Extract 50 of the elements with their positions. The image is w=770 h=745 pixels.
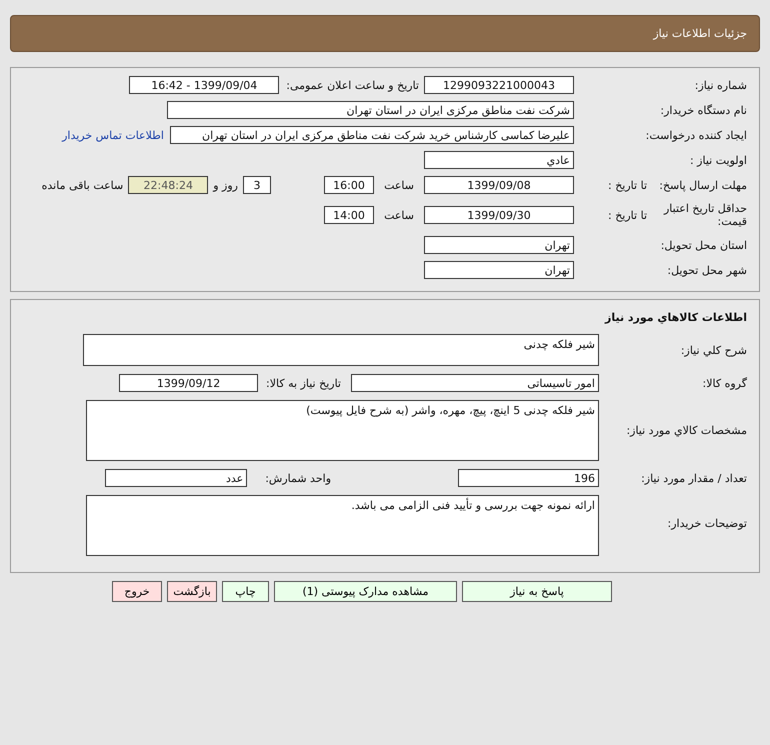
field-label: ساعت	[384, 178, 414, 192]
field-label: نام دستگاه خریدار:	[659, 104, 748, 116]
field-label: روز و	[213, 178, 238, 192]
priority-field: عادي	[424, 151, 574, 169]
field-label: اولویت نیاز :	[688, 154, 748, 166]
goods-group-field: امور تاسیساتی	[351, 374, 599, 392]
unit-field: عدد	[105, 469, 248, 487]
field-label: ایجاد کننده درخواست:	[644, 128, 748, 142]
action-button[interactable]: چاپ	[222, 581, 269, 602]
field-label: ساعت	[384, 208, 414, 222]
buyer-field: شرکت نفت مناطق مرکزی ایران در استان تهران	[167, 101, 574, 119]
field-label: تعداد / مقدار مورد نیاز:	[640, 472, 748, 484]
summary-field: شیر فلکه چدنی	[83, 334, 599, 366]
action-button[interactable]: مشاهده مدارک پیوستی (1)	[274, 581, 457, 602]
city-field: تهران	[424, 261, 574, 279]
action-button[interactable]: بازگشت	[167, 581, 217, 602]
field-label: حداقل تاریخ اعتبار قیمت:	[662, 202, 748, 228]
deadline-time-field: 16:00	[324, 176, 374, 194]
remaining-time-field: 22:48:24	[128, 176, 208, 194]
field-label: تاریخ و ساعت اعلان عمومی:	[286, 78, 419, 92]
field-label: شهر محل تحویل:	[666, 264, 748, 276]
need-number-field: 1299093221000043	[424, 76, 574, 94]
days-field: 3	[243, 176, 271, 194]
field-label: شماره نیاز:	[694, 78, 748, 92]
action-button[interactable]: خروج	[112, 581, 162, 602]
need-date-field: 1399/09/12	[119, 374, 258, 392]
specs-field: شیر فلکه چدنی 5 اینچ، پیچ، مهره، واشر (به شرح فایل پیوست)	[86, 400, 599, 461]
field-label: ساعت باقی مانده	[42, 178, 124, 192]
field-label: گروه کالا:	[702, 376, 748, 390]
field-label: توضیحات خریدار:	[666, 517, 748, 530]
field-label: تا تاریخ :	[607, 178, 647, 192]
validity-time-field: 14:00	[324, 206, 374, 224]
field-label: تا تاریخ :	[607, 208, 647, 222]
deadline-date-field: 1399/09/08	[424, 176, 574, 194]
section-title: اطلاعات کالاهاي مورد نیاز	[605, 310, 748, 324]
announce-date-field: 1399/09/04 - 16:42	[129, 76, 280, 94]
province-field: تهران	[424, 236, 574, 254]
validity-date-field: 1399/09/30	[424, 206, 574, 224]
field-label: مشخصات کالاي مورد نیاز:	[625, 424, 748, 437]
field-label: شرح کلي نیاز:	[680, 344, 748, 357]
field-label: تاریخ نیاز به کالا:	[266, 376, 341, 390]
action-button[interactable]: پاسخ به نیاز	[462, 581, 612, 602]
notes-field: ارائه نمونه جهت بررسی و تأیید فنی الزامی می باشد.	[86, 495, 599, 556]
quantity-field: 196	[458, 469, 599, 487]
contact-link[interactable]: اطلاعات تماس خریدار	[62, 128, 164, 142]
field-label: واحد شمارش:	[265, 472, 331, 484]
field-label: مهلت ارسال پاسخ:	[658, 178, 748, 192]
page-title: جزئیات اطلاعات نیاز	[653, 27, 747, 40]
creator-field: علیرضا کماسی کارشناس خرید شرکت نفت مناطق مرکزی ایران در استان تهران	[170, 126, 574, 144]
field-label: استان محل تحویل:	[660, 238, 748, 252]
